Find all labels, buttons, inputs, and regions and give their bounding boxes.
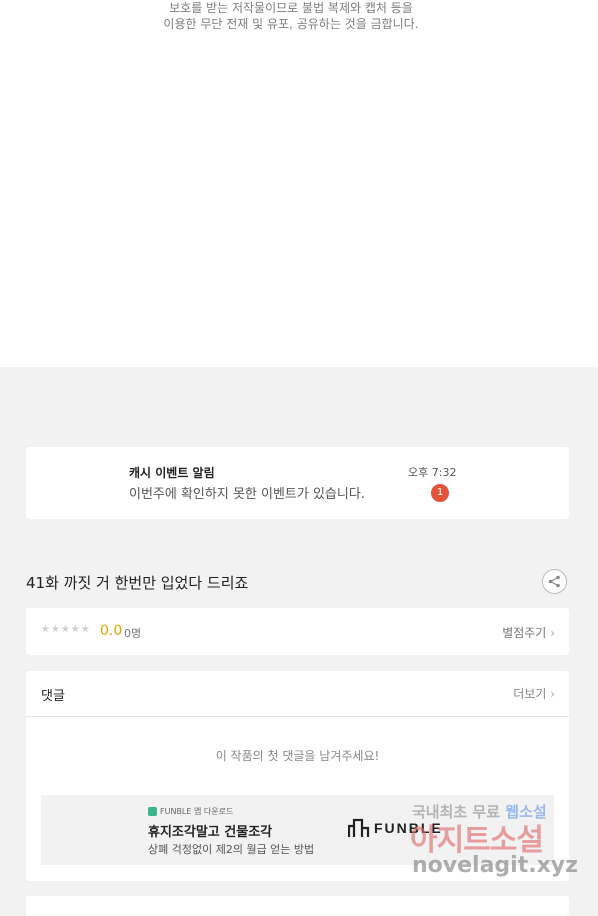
chevron-right-icon: › (550, 687, 555, 701)
ad-subtitle: 상폐 걱정없이 제2의 월급 얻는 방법 (148, 843, 315, 856)
episode-title: 41화 까짓 거 한번만 입었다 드리죠 (26, 574, 249, 592)
rating-panel: ★★★★★ 0.0 0명 별점주기 › (26, 608, 569, 655)
push-notification[interactable]: 캐시 이벤트 알림 오후 7:32 이번주에 확인하지 못한 이벤트가 있습니다… (26, 447, 569, 519)
ad-small-text: FUNBLE 앱 다운로드 (160, 807, 234, 816)
share-button[interactable] (542, 569, 567, 594)
ad-app-label: FUNBLE 앱 다운로드 (148, 806, 233, 817)
share-icon (548, 575, 560, 588)
comments-more-button[interactable]: 더보기 › (513, 685, 555, 702)
copyright-notice-line2: 이용한 무단 전재 및 유포, 공유하는 것을 금합니다. (163, 17, 419, 31)
ad-title: 휴지조각말고 건물조각 (148, 825, 273, 840)
push-message: 이번주에 확인하지 못한 이벤트가 있습니다. (129, 487, 365, 502)
divider (26, 716, 569, 717)
comments-more-label: 더보기 (513, 687, 547, 701)
chevron-right-icon: › (550, 626, 555, 640)
comments-header: 댓글 (41, 689, 65, 704)
empty-comments-message: 이 작품의 첫 댓글을 남겨주세요! (215, 749, 380, 763)
push-time: 오후 7:32 (408, 466, 457, 479)
rate-button[interactable]: 별점주기 › (502, 624, 555, 641)
next-section-card (26, 896, 569, 916)
push-title: 캐시 이벤트 알림 (129, 466, 215, 480)
rating-count: 0명 (124, 627, 142, 640)
notification-badge: 1 (431, 484, 449, 502)
star-rating-icon: ★★★★★ (41, 624, 91, 635)
content-area: 보호를 받는 저작물이므로 불법 복제와 캡처 등을 이용한 무단 전재 및 유… (0, 0, 598, 367)
rate-button-label: 별점주기 (502, 626, 547, 640)
rating-score: 0.0 (100, 623, 123, 639)
building-icon (348, 818, 370, 837)
app-logo-icon (148, 807, 157, 816)
copyright-notice-line1: 보호를 받는 저작물이므로 불법 복제와 캡처 등을 (169, 1, 413, 15)
watermark-url: novelagit.xyz (412, 853, 578, 878)
